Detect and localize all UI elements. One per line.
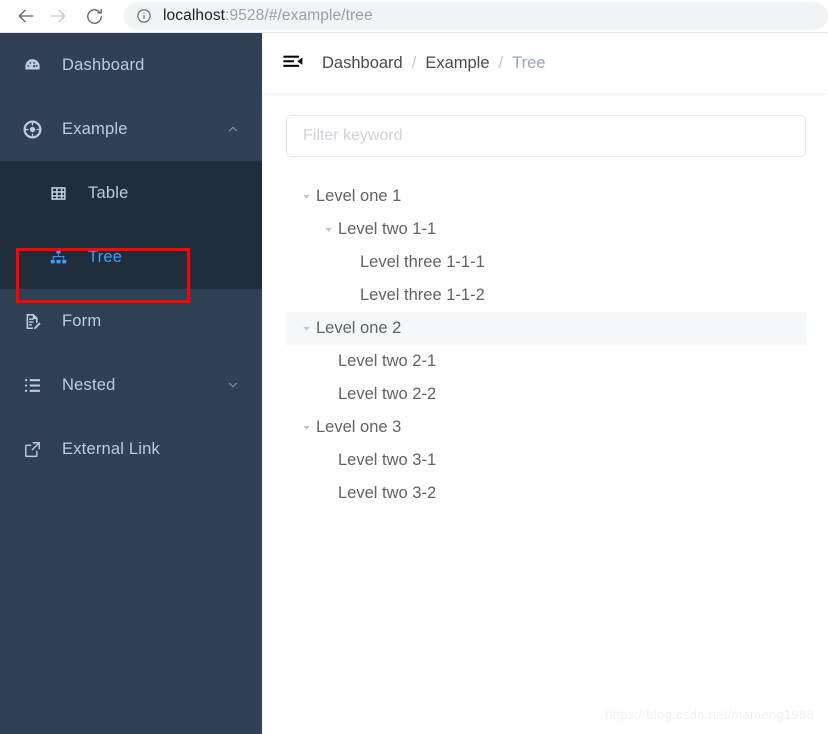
- sidebar-item-external-link[interactable]: External Link: [0, 417, 262, 481]
- table-grid-icon: [46, 181, 70, 205]
- tree-node[interactable]: Level one 1: [286, 180, 806, 213]
- url-path: :9528/#/example/tree: [225, 7, 373, 24]
- sidebar-item-label: Table: [88, 183, 129, 202]
- filter-keyword-input[interactable]: [286, 115, 806, 157]
- document-edit-icon: [20, 309, 44, 333]
- sidebar-item-form[interactable]: Form: [0, 289, 262, 353]
- tree-node-label: Level three 1-1-1: [360, 253, 485, 271]
- tree-node-label: Level two 2-1: [338, 352, 437, 370]
- caret-placeholder: [340, 290, 360, 301]
- tree-node[interactable]: Level two 1-1: [286, 213, 806, 246]
- reload-icon: [85, 7, 104, 26]
- info-circle-icon[interactable]: [136, 8, 152, 24]
- sidebar-item-table[interactable]: Table: [0, 161, 262, 225]
- tree-node-label: Level one 1: [316, 187, 402, 205]
- sidebar-item-tree[interactable]: Tree: [0, 225, 262, 289]
- caret-down-icon[interactable]: [296, 323, 316, 334]
- sidebar-item-label: Example: [62, 119, 128, 138]
- dashboard-gauge-icon: [20, 53, 44, 77]
- caret-down-icon[interactable]: [318, 224, 338, 235]
- main-content: Dashboard / Example / Tree Level one 1Le…: [262, 33, 828, 734]
- external-link-icon: [20, 437, 44, 461]
- tree-node-label: Level two 1-1: [338, 220, 437, 238]
- caret-placeholder: [318, 389, 338, 400]
- breadcrumb-item-tree: Tree: [512, 53, 546, 72]
- app-container: Dashboard Example Table Tree Form Nested…: [0, 33, 828, 734]
- reload-button[interactable]: [78, 0, 110, 32]
- back-button[interactable]: [10, 0, 42, 32]
- tree-node[interactable]: Level one 3: [286, 411, 806, 444]
- sidebar-item-label: External Link: [62, 439, 160, 458]
- breadcrumb-separator: /: [411, 53, 417, 72]
- sidebar-item-label: Dashboard: [62, 55, 145, 74]
- caret-placeholder: [318, 455, 338, 466]
- address-bar[interactable]: localhost:9528/#/example/tree: [124, 2, 828, 30]
- breadcrumb: Dashboard / Example / Tree: [322, 54, 545, 73]
- sidebar-item-example[interactable]: Example: [0, 97, 262, 161]
- tree-node[interactable]: Level three 1-1-2: [286, 279, 806, 312]
- caret-down-icon[interactable]: [296, 191, 316, 202]
- tree-node-label: Level two 3-1: [338, 451, 437, 469]
- sidebar-item-label: Form: [62, 311, 102, 330]
- tree-node[interactable]: Level one 2: [262, 312, 828, 345]
- tree-node-label: Level two 2-2: [338, 385, 437, 403]
- breadcrumb-item-example[interactable]: Example: [425, 54, 489, 73]
- tree-view: Level one 1 Level two 1-1 Level three 1-1-…: [262, 180, 828, 510]
- tree-node[interactable]: Level two 2-1: [286, 345, 806, 378]
- tree-node[interactable]: Level two 2-2: [286, 378, 806, 411]
- chevron-down-icon: [226, 378, 240, 392]
- sidebar: Dashboard Example Table Tree Form Nested…: [0, 33, 262, 734]
- lifebuoy-icon: [20, 117, 44, 141]
- watermark-text: https://blog.csdn.net/mameng1988: [604, 707, 814, 722]
- url-text: localhost:9528/#/example/tree: [163, 7, 373, 25]
- nested-list-icon: [20, 373, 44, 397]
- arrow-left-icon: [16, 6, 36, 26]
- top-navbar: Dashboard / Example / Tree: [262, 33, 828, 93]
- tree-node-label: Level two 3-2: [338, 484, 437, 502]
- sidebar-item-label: Nested: [62, 375, 116, 394]
- tree-node[interactable]: Level three 1-1-1: [286, 246, 806, 279]
- sidebar-item-dashboard[interactable]: Dashboard: [0, 33, 262, 97]
- caret-placeholder: [318, 356, 338, 367]
- sidebar-item-nested[interactable]: Nested: [0, 353, 262, 417]
- url-host: localhost: [163, 7, 226, 24]
- chevron-up-icon: [226, 122, 240, 136]
- caret-placeholder: [340, 257, 360, 268]
- caret-down-icon[interactable]: [296, 422, 316, 433]
- tree-node[interactable]: Level two 3-2: [286, 477, 806, 510]
- breadcrumb-separator: /: [498, 53, 504, 72]
- forward-button[interactable]: [42, 0, 74, 32]
- browser-toolbar: localhost:9528/#/example/tree: [0, 0, 828, 33]
- tree-node-label: Level one 3: [316, 418, 402, 436]
- page-body: Level one 1 Level two 1-1 Level three 1-1-…: [262, 93, 828, 510]
- menu-collapse-icon[interactable]: [278, 48, 308, 78]
- breadcrumb-item-dashboard[interactable]: Dashboard: [322, 54, 403, 73]
- tree-node-label: Level three 1-1-2: [360, 286, 485, 304]
- sidebar-submenu-example: Table Tree: [0, 161, 262, 289]
- tree-node[interactable]: Level two 3-1: [286, 444, 806, 477]
- tree-node-label: Level one 2: [316, 319, 402, 337]
- sidebar-item-label: Tree: [88, 247, 123, 266]
- arrow-right-icon: [48, 6, 68, 26]
- caret-placeholder: [318, 488, 338, 499]
- sitemap-tree-icon: [46, 245, 70, 269]
